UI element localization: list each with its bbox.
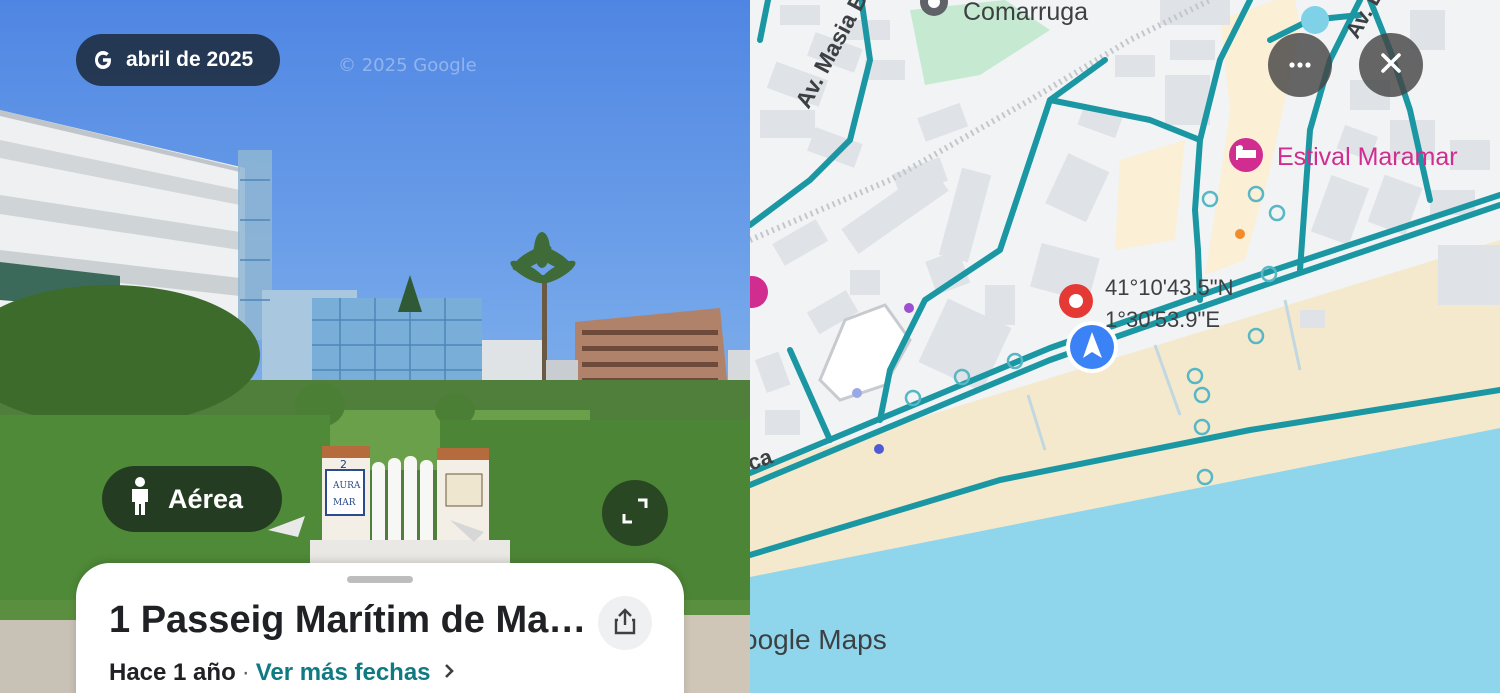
- map-label-comarruga: Comarruga: [963, 0, 1089, 26]
- aerial-view-label: Aérea: [168, 483, 244, 514]
- more-options-button[interactable]: [1268, 33, 1332, 97]
- close-icon: [1379, 51, 1403, 80]
- map-canvas[interactable]: [750, 0, 1500, 693]
- sign-text: AURA: [332, 481, 361, 491]
- place-card[interactable]: 1 Passeig Marítim de Masia Blanca Hace 1…: [76, 563, 684, 693]
- captured-ago: Hace 1 año: [109, 659, 236, 686]
- map-label-hotel[interactable]: Estival Maramar: [1277, 143, 1458, 172]
- hotel-marker-icon[interactable]: [1229, 138, 1263, 172]
- more-horiz-icon: [1288, 56, 1312, 74]
- latitude-label: 41°10'43.5"N: [1105, 275, 1234, 300]
- capture-info-row: Hace 1 año · Ver más fechas: [109, 659, 455, 687]
- copyright-watermark: © 2025 Google: [338, 55, 477, 76]
- gate-number: 2: [340, 458, 347, 471]
- capture-date-pill[interactable]: abril de 2025: [76, 34, 280, 86]
- close-button[interactable]: [1359, 33, 1423, 97]
- capture-date-label: abril de 2025: [126, 48, 254, 71]
- pin-coordinates: 41°10'43.5"N 1°30'53.9"E: [1105, 272, 1233, 336]
- dropped-pin-icon[interactable]: [1059, 284, 1093, 318]
- street-view-panel[interactable]: AURA MAR 2 abril de 2025 © 2025 Google A…: [0, 0, 750, 693]
- google-g-icon: [90, 47, 116, 73]
- place-title: 1 Passeig Marítim de Masia Blanca: [109, 599, 589, 641]
- chevron-right-icon[interactable]: [443, 659, 455, 687]
- share-button[interactable]: [598, 596, 652, 650]
- google-maps-logo: oogle Maps: [750, 624, 887, 655]
- pegman-icon: [128, 476, 152, 523]
- more-dates-link[interactable]: Ver más fechas: [256, 659, 431, 687]
- expand-button[interactable]: [602, 480, 668, 546]
- longitude-label: 1°30'53.9"E: [1105, 307, 1221, 332]
- map-panel[interactable]: Comarruga Av. Masia Blanca Av. L Estival…: [750, 0, 1500, 693]
- share-icon: [613, 607, 637, 640]
- aerial-view-button[interactable]: Aérea: [102, 466, 282, 532]
- svg-text:MAR: MAR: [333, 498, 356, 508]
- expand-icon: [622, 498, 648, 529]
- separator-dot: ·: [241, 659, 250, 686]
- drag-handle[interactable]: [347, 576, 413, 583]
